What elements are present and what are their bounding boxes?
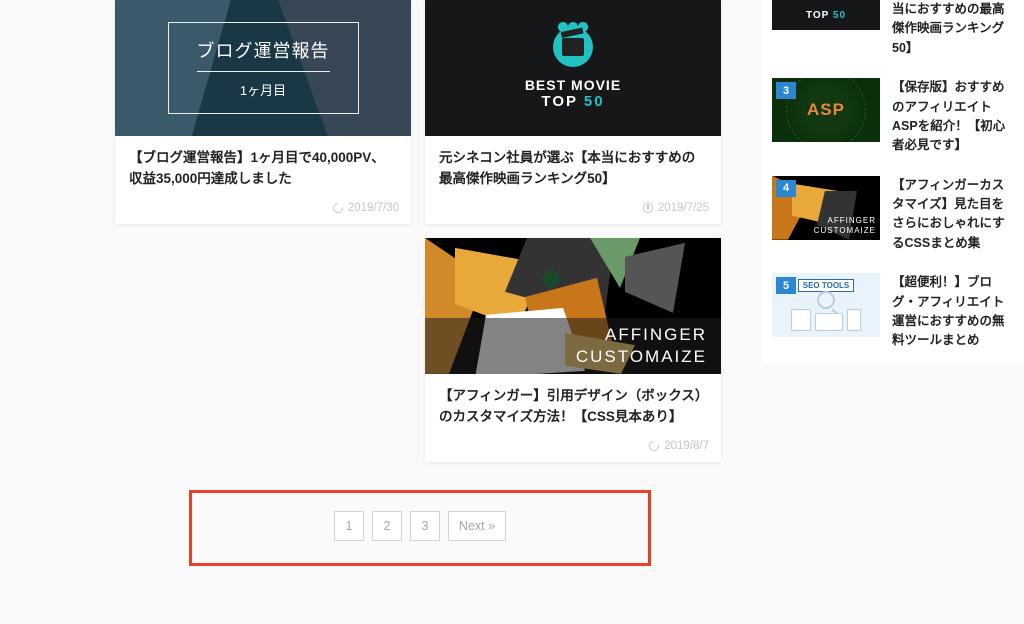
rank-badge: 5 <box>776 277 796 294</box>
rank-badge: 3 <box>776 82 796 99</box>
pagination-highlight: 1 2 3 Next » <box>189 490 651 566</box>
card-thumbnail: BEST MOVIE TOP 50 <box>425 0 721 136</box>
card-date: 2019/7/30 <box>348 202 399 214</box>
sidebar-thumbnail: 3 ASP <box>772 78 880 142</box>
pagination: 1 2 3 Next » <box>212 511 628 541</box>
thumb-text: CUSTOMAIZE <box>576 346 707 368</box>
thumb-text: 1ヶ月目 <box>197 80 330 99</box>
card-title: 元シネコン社員が選ぶ【本当におすすめの最高傑作映画ランキング50】 <box>439 148 707 190</box>
refresh-icon <box>331 201 345 215</box>
pagination-page[interactable]: 2 <box>372 511 402 541</box>
thumb-text: TOP 50 <box>806 10 846 21</box>
magnifier-icon <box>817 291 835 309</box>
rank-badge: 4 <box>776 180 796 197</box>
sidebar-thumbnail: 4 AFFINGER CUSTOMAIZE <box>772 176 880 240</box>
article-grid: ブログ運営報告 1ヶ月目 【ブログ運営報告】1ヶ月目で40,000PV、収益35… <box>115 0 725 462</box>
pagination-page[interactable]: 3 <box>410 511 440 541</box>
thumb-text: AFFINGER CUSTOMAIZE <box>814 216 876 235</box>
sidebar-thumbnail: TOP 50 <box>772 0 880 30</box>
sidebar-thumbnail: 5 SEO TOOLS <box>772 273 880 337</box>
card-thumbnail: ブログ運営報告 1ヶ月目 <box>115 0 411 136</box>
sidebar-ranking: TOP 50 当におすすめの最高傑作映画ランキング50】 3 ASP 【保存版】… <box>762 0 1024 365</box>
card-title: 【ブログ運営報告】1ヶ月目で40,000PV、収益35,000円達成しました <box>129 148 397 190</box>
card-date: 2019/7/25 <box>658 202 709 214</box>
thumb-text: BEST MOVIE <box>525 77 621 93</box>
thumb-text: TOP 50 <box>541 93 604 110</box>
sidebar-item-title: 【保存版】おすすめのアフィリエイトASPを紹介！【初心者必見です】 <box>892 78 1014 156</box>
article-card[interactable]: ブログ運営報告 1ヶ月目 【ブログ運営報告】1ヶ月目で40,000PV、収益35… <box>115 0 411 224</box>
pagination-page[interactable]: 1 <box>334 511 364 541</box>
thumb-text: ブログ運営報告 <box>197 37 330 63</box>
card-date: 2019/8/7 <box>664 440 709 452</box>
clapboard-icon <box>562 38 584 56</box>
thumb-text: ASP <box>807 100 845 120</box>
sidebar-item-title: 【超便利！】ブログ・アフィリエイト運営におすすめの無料ツールまとめ <box>892 273 1014 351</box>
medal-icon <box>553 27 593 67</box>
article-card[interactable]: BEST MOVIE TOP 50 元シネコン社員が選ぶ【本当におすすめの最高傑… <box>425 0 721 224</box>
devices-icon <box>772 309 880 331</box>
sidebar-item[interactable]: 4 AFFINGER CUSTOMAIZE 【アフィンガーカスタマイズ】見た目を… <box>762 170 1024 268</box>
sidebar-item[interactable]: 3 ASP 【保存版】おすすめのアフィリエイトASPを紹介！【初心者必見です】 <box>762 72 1024 170</box>
sidebar-item[interactable]: 5 SEO TOOLS 【超便利！】ブログ・アフィリエイト運営におすすめの無料ツ… <box>762 267 1024 365</box>
clock-icon <box>643 203 653 213</box>
sidebar-item-title: 当におすすめの最高傑作映画ランキング50】 <box>892 0 1014 58</box>
card-title: 【アフィンガー】引用デザイン（ボックス）のカスタマイズ方法！【CSS見本あり】 <box>439 386 707 428</box>
sidebar-item[interactable]: TOP 50 当におすすめの最高傑作映画ランキング50】 <box>762 0 1024 72</box>
refresh-icon <box>647 439 661 453</box>
sidebar-item-title: 【アフィンガーカスタマイズ】見た目をさらにおしゃれにするCSSまとめ集 <box>892 176 1014 254</box>
card-thumbnail: AFFINGER CUSTOMAIZE <box>425 238 721 374</box>
thumb-text: AFFINGER <box>605 324 707 346</box>
pagination-next[interactable]: Next » <box>448 511 506 541</box>
article-card[interactable]: AFFINGER CUSTOMAIZE 【アフィンガー】引用デザイン（ボックス）… <box>425 238 721 462</box>
